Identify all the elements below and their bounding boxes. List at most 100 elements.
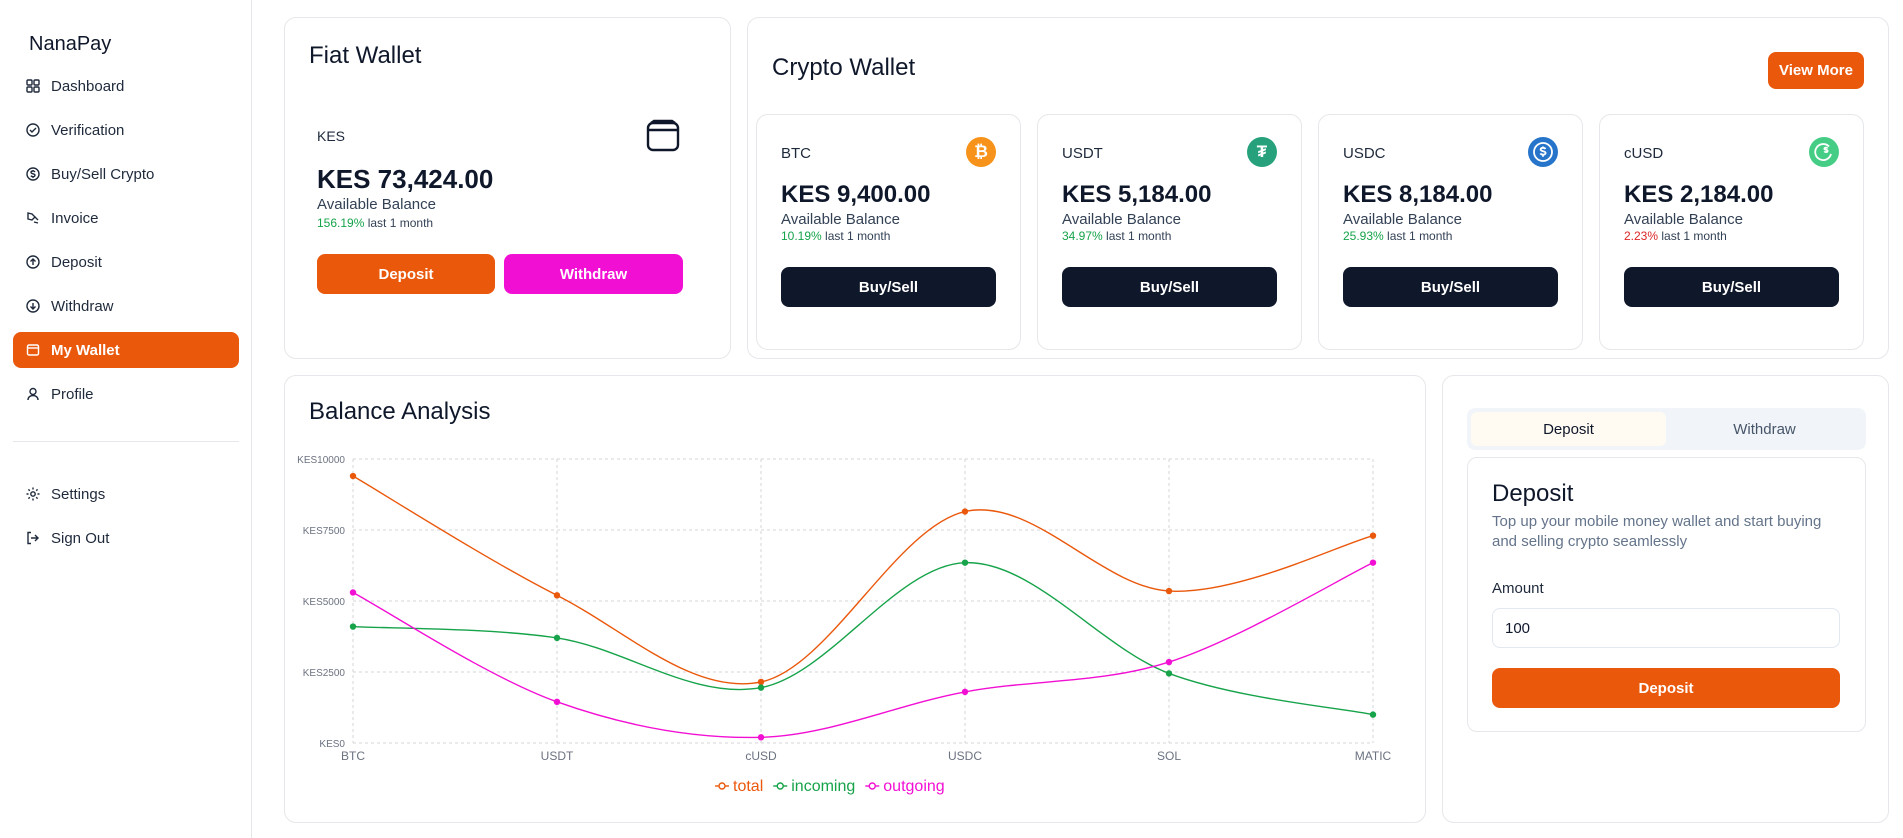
data-point-incoming	[1369, 711, 1377, 718]
buy-sell-button[interactable]: Buy/Sell	[1624, 267, 1839, 307]
y-tick-label: KES2500	[303, 668, 346, 679]
coin-card-cusd: cUSD KES 2,184.00 Available Balance 2.23…	[1599, 114, 1864, 350]
coin-card-usdc: USDC KES 8,184.00 Available Balance 25.9…	[1318, 114, 1583, 350]
fiat-wallet-card: Fiat Wallet KES KES 73,424.00 Available …	[284, 17, 731, 359]
sidebar-item-sign-out[interactable]: Sign Out	[13, 520, 239, 556]
legend-label-outgoing: outgoing	[883, 778, 944, 795]
sidebar-item-buy-sell-crypto[interactable]: Buy/Sell Crypto	[13, 156, 239, 192]
data-point-total	[757, 678, 765, 686]
change-period: last 1 month	[367, 216, 434, 230]
coin-card-btc: BTC ₿ KES 9,400.00 Available Balance 10.…	[756, 114, 1021, 350]
fiat-wallet-title: Fiat Wallet	[309, 42, 422, 69]
fiat-balance-amount: KES 73,424.00	[317, 164, 494, 194]
sidebar-item-settings[interactable]: Settings	[13, 476, 239, 512]
series-line-outgoing	[352, 562, 1374, 739]
sidebar-item-verification[interactable]: Verification	[13, 112, 239, 148]
coin-balance-amount: KES 8,184.00	[1343, 181, 1493, 208]
balance-analysis-card: Balance Analysis KES0 KES2500 KES5000 KES75…	[284, 375, 1426, 823]
data-point-total	[553, 592, 561, 599]
coin-balance-amount: KES 5,184.00	[1062, 181, 1212, 208]
available-balance-label: Available Balance	[1343, 211, 1462, 228]
change-percent: 34.97%	[1062, 229, 1103, 243]
sidebar-item-label: Invoice	[51, 209, 99, 227]
sidebar-item-withdraw[interactable]: Withdraw	[13, 288, 239, 324]
deposit-button[interactable]: Deposit	[317, 254, 495, 294]
amount-input[interactable]	[1492, 608, 1840, 648]
available-balance-label: Available Balance	[1062, 211, 1181, 228]
change-percent: 2.23%	[1624, 229, 1659, 243]
wallet-icon	[25, 342, 41, 358]
buy-sell-button[interactable]: Buy/Sell	[1343, 267, 1558, 307]
coin-balance-amount: KES 9,400.00	[781, 181, 931, 208]
buy-sell-button[interactable]: Buy/Sell	[1062, 267, 1277, 307]
sign-out-icon	[25, 530, 41, 546]
data-point-outgoing	[961, 688, 969, 696]
dollar-circle-icon	[25, 166, 41, 182]
sidebar: NanaPay Dashboard Verification Buy/Sell …	[0, 0, 252, 838]
fiat-currency-label: KES	[317, 128, 346, 144]
gear-icon	[25, 486, 41, 502]
change-percent: 156.19%	[317, 216, 365, 230]
amount-label: Amount	[1492, 580, 1544, 597]
sidebar-footer-nav: Settings Sign Out	[13, 476, 239, 564]
sidebar-item-dashboard[interactable]: Dashboard	[13, 68, 239, 104]
deposit-heading: Deposit	[1492, 480, 1574, 507]
view-more-button[interactable]: View More	[1768, 52, 1864, 89]
coin-symbol: BTC	[781, 145, 811, 162]
deposit-description: Top up your mobile money wallet and star…	[1492, 513, 1822, 550]
invoice-icon	[25, 210, 41, 226]
legend-marker-total	[718, 782, 726, 790]
deposit-submit-button[interactable]: Deposit	[1492, 668, 1840, 708]
balance-line-chart: KES0KES2500KES5000KES7500KES10000BTC USDT…	[297, 455, 1392, 795]
change-period: last 1 month	[825, 229, 891, 243]
data-point-incoming	[553, 634, 561, 642]
sidebar-item-label: Deposit	[51, 253, 102, 271]
change-percent: 10.19%	[781, 229, 822, 243]
data-point-total	[1165, 587, 1173, 595]
wallet-icon	[643, 116, 683, 156]
data-point-outgoing	[1369, 559, 1377, 566]
data-point-total	[961, 508, 969, 515]
withdraw-button[interactable]: Withdraw	[504, 254, 683, 294]
user-icon	[25, 386, 41, 402]
available-balance-label: Available Balance	[317, 196, 436, 213]
data-point-incoming	[757, 684, 765, 691]
usdc-icon	[1528, 137, 1558, 167]
sidebar-item-deposit[interactable]: Deposit	[13, 244, 239, 280]
arrow-down-circle-icon	[25, 298, 41, 314]
tab-deposit[interactable]: Deposit	[1471, 412, 1666, 446]
grid-icon	[25, 78, 41, 94]
balance-change: 34.97% last 1 month	[1062, 229, 1171, 243]
crypto-wallet-card: Crypto Wallet View More BTC ₿ KES 9,400.…	[747, 17, 1889, 359]
x-tick-label: cUSD	[745, 749, 777, 763]
change-period: last 1 month	[1106, 229, 1172, 243]
available-balance-label: Available Balance	[1624, 211, 1743, 228]
data-point-incoming	[1165, 670, 1173, 677]
sidebar-item-label: Profile	[51, 385, 94, 403]
balance-change: 2.23% last 1 month	[1624, 229, 1727, 243]
change-percent: 25.93%	[1343, 229, 1384, 243]
data-point-outgoing	[349, 589, 357, 596]
sidebar-item-label: Withdraw	[51, 297, 114, 315]
y-tick-label: KES5000	[303, 597, 346, 608]
coin-symbol: USDT	[1062, 145, 1103, 162]
bitcoin-icon: ₿	[966, 137, 996, 167]
sidebar-item-label: Sign Out	[51, 529, 110, 547]
sidebar-divider	[13, 441, 239, 442]
y-tick-label: KES10000	[297, 455, 345, 466]
data-point-outgoing	[553, 698, 561, 706]
balance-change: 156.19% last 1 month	[317, 216, 433, 230]
data-point-total	[1369, 532, 1377, 539]
tab-withdraw[interactable]: Withdraw	[1667, 412, 1862, 446]
balance-change: 25.93% last 1 month	[1343, 229, 1452, 243]
buy-sell-button[interactable]: Buy/Sell	[781, 267, 996, 307]
crypto-wallet-title: Crypto Wallet	[772, 54, 916, 81]
series-line-incoming	[352, 561, 1374, 716]
sidebar-item-my-wallet[interactable]: My Wallet	[13, 332, 239, 368]
sidebar-item-profile[interactable]: Profile	[13, 376, 239, 412]
x-tick-label: MATIC	[1355, 749, 1392, 763]
sidebar-item-invoice[interactable]: Invoice	[13, 200, 239, 236]
cusd-icon	[1809, 137, 1839, 167]
data-point-incoming	[349, 623, 357, 630]
coin-symbol: USDC	[1343, 145, 1386, 162]
